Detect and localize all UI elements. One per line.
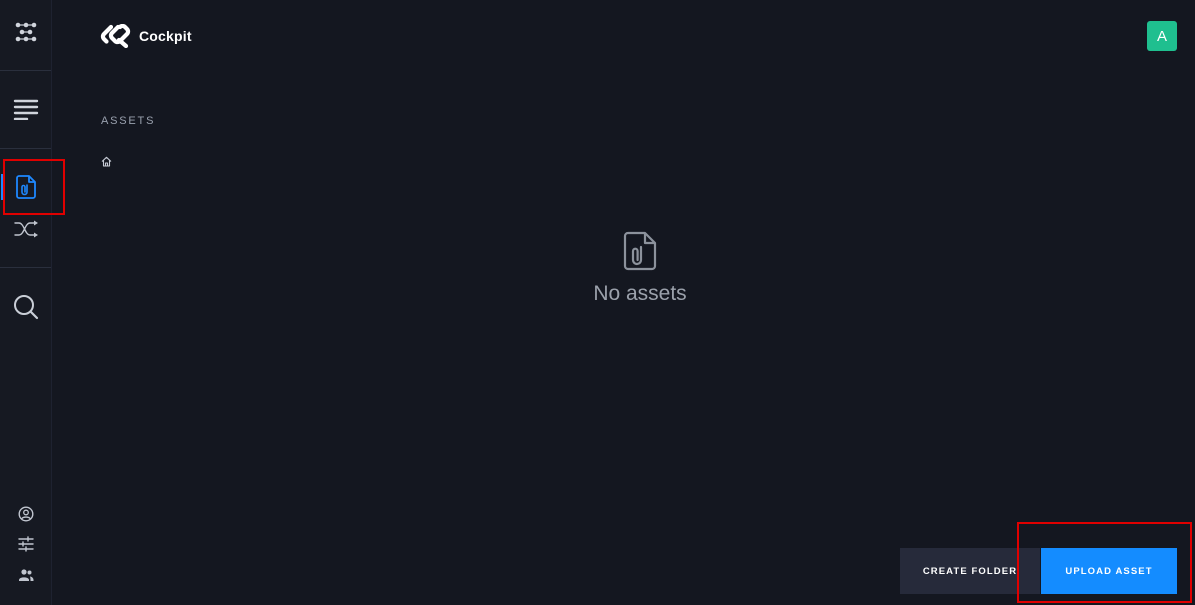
sidebar-divider (0, 70, 51, 71)
sidebar-item-workflows[interactable] (0, 217, 51, 241)
empty-state: No assets (540, 230, 740, 306)
sliders-icon (17, 536, 34, 552)
sidebar-item-account[interactable] (0, 505, 51, 523)
sidebar-item-users[interactable] (0, 566, 51, 584)
page-title: ASSETS (101, 115, 156, 127)
sidebar-item-assets[interactable] (0, 173, 51, 201)
home-icon (101, 156, 112, 167)
sidebar-divider (0, 267, 51, 268)
create-folder-button[interactable]: CREATE FOLDER (900, 548, 1040, 594)
sidebar-item-settings[interactable] (0, 535, 51, 553)
empty-state-text: No assets (593, 282, 687, 305)
brand[interactable]: Cockpit (100, 24, 192, 48)
sidebar (0, 0, 52, 605)
upload-asset-button[interactable]: UPLOAD ASSET (1041, 548, 1177, 594)
user-avatar[interactable]: A (1147, 21, 1177, 51)
search-icon (13, 295, 38, 320)
breadcrumb-home[interactable] (101, 154, 113, 167)
modules-icon (15, 22, 36, 42)
sidebar-item-search[interactable] (0, 292, 51, 322)
shuffle-icon (13, 220, 38, 238)
asset-file-icon (623, 231, 657, 271)
asset-file-icon (15, 175, 36, 199)
sidebar-divider (0, 148, 51, 149)
sidebar-item-content[interactable] (0, 95, 51, 123)
sidebar-item-modules[interactable] (0, 18, 51, 46)
brand-name: Cockpit (139, 28, 192, 44)
list-lines-icon (13, 99, 38, 120)
cockpit-logo-icon (100, 24, 131, 48)
app-root: Cockpit A ASSETS No assets CREATE FOLDER… (0, 0, 1195, 605)
user-circle-icon (17, 506, 34, 522)
users-icon (18, 569, 33, 581)
